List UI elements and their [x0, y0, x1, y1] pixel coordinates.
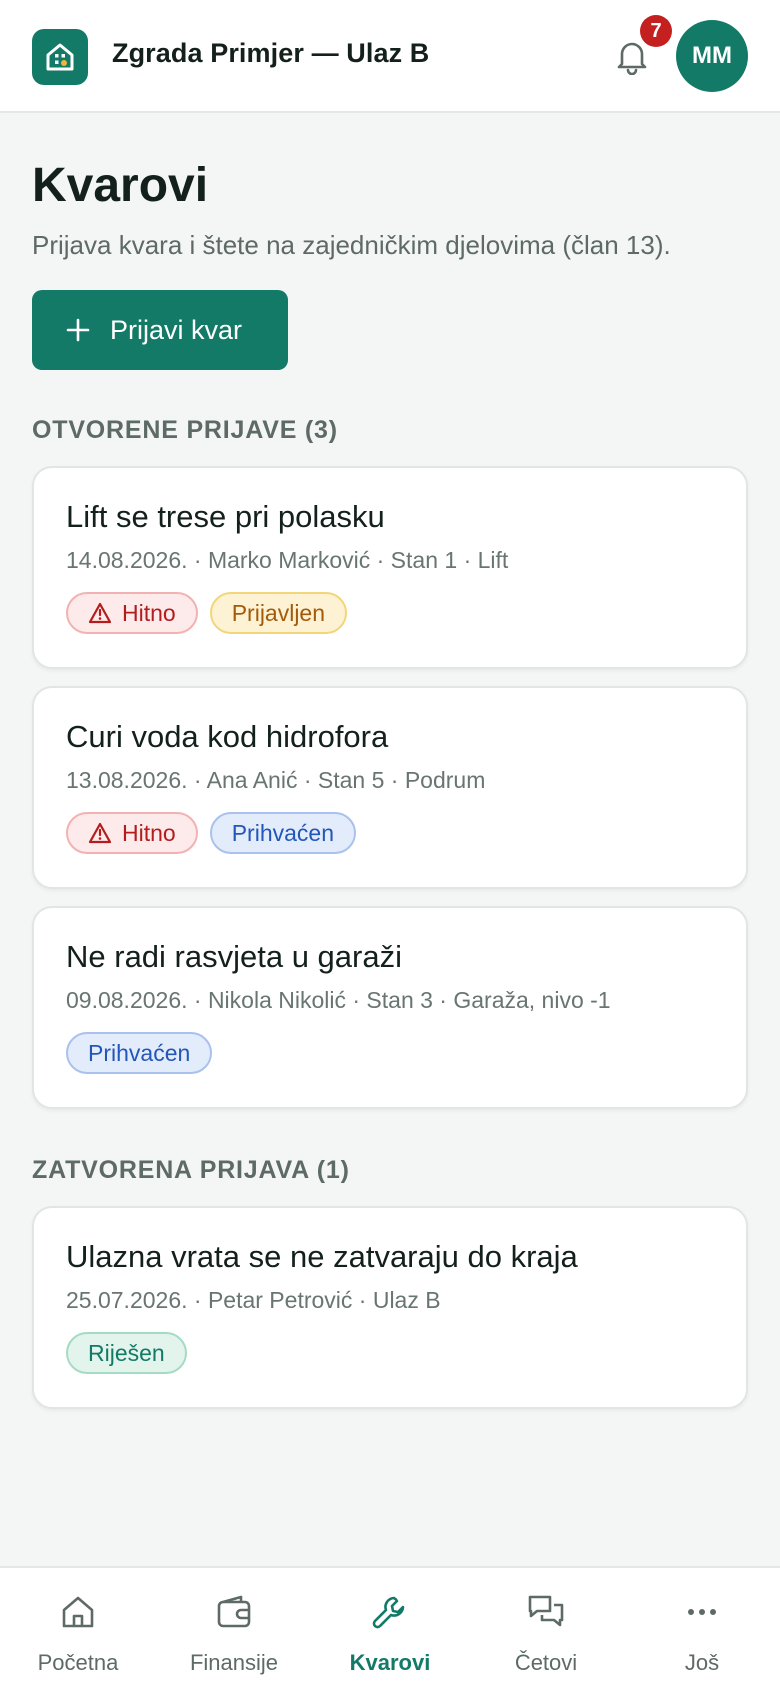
nav-label: Finansije — [189, 1650, 279, 1675]
report-meta: 25.07.2026. · Petar Petrović · Ulaz B — [66, 1287, 441, 1313]
page-subtitle: Prijava kvara i štete na zajedničkim dje… — [32, 230, 671, 260]
wallet-icon — [215, 1590, 253, 1634]
report-card[interactable]: Curi voda kod hidrofora 13.08.2026. · An… — [32, 686, 748, 889]
nav-label: Kvarovi — [349, 1650, 431, 1675]
nav-label: Četovi — [514, 1650, 578, 1675]
nav-item-home[interactable]: Početna — [0, 1568, 156, 1688]
warning-icon — [88, 602, 112, 624]
page-title: Kvarovi — [32, 159, 209, 212]
urgent-badge: Hitno — [66, 812, 198, 854]
status-badge: Prihvaćen — [209, 812, 356, 854]
report-meta: 13.08.2026. · Ana Anić · Stan 5 · Podrum — [66, 767, 486, 793]
closed-reports-heading: ZATVORENA PRIJAVA (1) — [32, 1156, 350, 1184]
report-card[interactable]: Ulazna vrata se ne zatvaraju do kraja 25… — [32, 1206, 748, 1409]
report-meta: 14.08.2026. · Marko Marković · Stan 1 · … — [66, 547, 509, 573]
nav-item-more[interactable]: Još — [624, 1568, 780, 1688]
wrench-icon — [370, 1590, 410, 1634]
warning-icon — [88, 822, 112, 844]
plus-icon — [66, 318, 90, 342]
chat-icon — [526, 1590, 566, 1634]
report-meta: 09.08.2026. · Nikola Nikolić · Stan 3 · … — [66, 987, 611, 1013]
report-fault-button-label: Prijavi kvar — [110, 314, 243, 345]
nav-label: Početna — [37, 1650, 119, 1675]
status-badge: Riješen — [66, 1332, 187, 1374]
report-card[interactable]: Lift se trese pri polasku 14.08.2026. · … — [32, 466, 748, 669]
report-card[interactable]: Ne radi rasvjeta u garaži 09.08.2026. · … — [32, 906, 748, 1109]
report-title: Lift se trese pri polasku — [66, 499, 385, 534]
report-title: Ulazna vrata se ne zatvaraju do kraja — [66, 1239, 578, 1274]
status-badge: Prijavljen — [209, 592, 348, 634]
open-reports-heading: OTVORENE PRIJAVE (3) — [32, 416, 338, 444]
home-icon — [59, 1590, 97, 1634]
nav-item-faults[interactable]: Kvarovi — [312, 1568, 468, 1688]
status-badge: Prihvaćen — [66, 1032, 213, 1074]
building-logo-icon[interactable] — [32, 29, 88, 85]
report-title: Ne radi rasvjeta u garaži — [66, 939, 402, 974]
notification-badge: 7 — [640, 15, 672, 47]
urgent-badge: Hitno — [66, 592, 198, 634]
more-icon — [684, 1590, 720, 1634]
nav-item-chats[interactable]: Četovi — [468, 1568, 624, 1688]
app-header: Zgrada Primjer — Ulaz B 7 MM — [0, 0, 780, 113]
bottom-nav: Početna Finansije Kvarovi Četovi Još — [0, 1566, 780, 1688]
nav-label: Još — [684, 1650, 720, 1675]
avatar[interactable]: MM — [676, 20, 748, 92]
building-title: Zgrada Primjer — Ulaz B — [112, 38, 430, 68]
report-fault-button[interactable]: Prijavi kvar — [32, 290, 288, 370]
nav-item-finances[interactable]: Finansije — [156, 1568, 312, 1688]
report-title: Curi voda kod hidrofora — [66, 719, 389, 754]
